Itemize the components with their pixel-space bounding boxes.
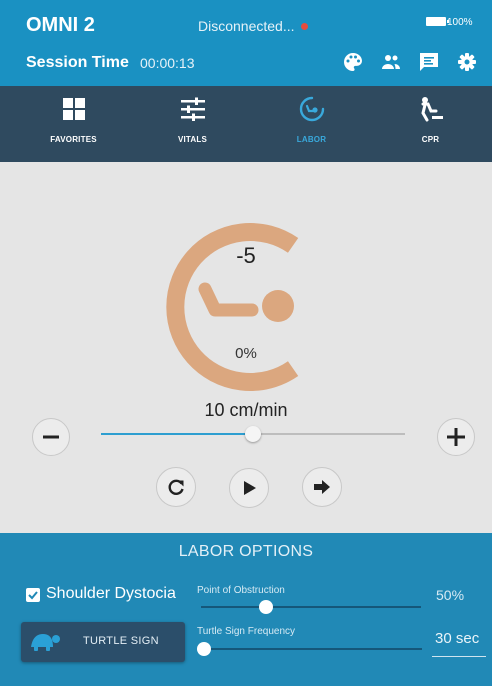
turtle-frequency-field[interactable]: 30 sec [432,626,486,657]
fetus-icon [198,282,294,322]
status-dot-icon [300,23,308,30]
turtle-frequency-label: Turtle Sign Frequency [197,626,296,637]
reset-button[interactable] [156,467,196,507]
arrow-right-icon [314,480,330,494]
increase-rate-button[interactable] [437,418,475,456]
play-button[interactable] [229,468,269,508]
play-icon [244,481,256,495]
tab-label: CPR [421,135,440,144]
turtle-icon [31,634,60,651]
obstruction-slider-label: Point of Obstruction [197,585,285,596]
turtle-sign-label: TURTLE SIGN [83,635,159,647]
gear-icon[interactable] [455,50,479,74]
next-button[interactable] [302,467,342,507]
check-icon [28,591,38,600]
turtle-frequency-slider[interactable] [204,648,422,650]
turtle-frequency-value: 30 sec [435,630,480,647]
obstruction-value: 50% [436,587,465,603]
rate-label: 10 cm/min [204,400,288,420]
plus-icon [447,428,465,446]
turtle-frequency-thumb[interactable] [197,642,211,656]
rate-slider-fill [101,433,253,435]
progress-value: 0% [235,345,257,362]
tab-vitals[interactable]: VITALS [131,86,254,162]
rate-slider-thumb[interactable] [245,426,261,442]
tab-bar: FAVORITES VITALS LABOR CPR [0,86,492,162]
palette-icon[interactable] [341,50,365,74]
grid-icon [62,98,85,120]
battery-icon [426,17,449,26]
decrease-rate-button[interactable] [32,418,70,456]
chat-icon[interactable] [417,50,441,74]
labor-icon [299,96,324,122]
tab-labor[interactable]: LABOR [250,86,373,162]
tab-favorites[interactable]: FAVORITES [12,86,135,162]
battery-indicator: 100% [426,17,473,28]
labor-options-title: LABOR OPTIONS [178,543,314,560]
obstruction-slider-thumb[interactable] [259,600,273,614]
tab-cpr[interactable]: CPR [369,86,492,162]
station-value: -5 [236,243,256,268]
battery-level: 100% [447,17,473,28]
refresh-icon [168,479,184,495]
labor-options-panel: LABOR OPTIONS [0,533,492,686]
connection-status: Disconnected... [198,18,308,34]
turtle-sign-button[interactable]: TURTLE SIGN [21,622,185,662]
tab-label: FAVORITES [50,135,97,144]
shoulder-dystocia-checkbox[interactable] [26,588,40,602]
tab-label: VITALS [177,135,208,144]
connection-status-text: Disconnected... [198,18,295,34]
tab-label: LABOR [296,135,327,144]
obstruction-slider[interactable] [201,606,421,608]
sliders-icon [180,97,205,121]
people-icon[interactable] [379,50,403,74]
app-header: OMNI 2 Disconnected... 100% Session Time… [0,0,492,86]
app-title: OMNI 2 [26,14,95,36]
shoulder-dystocia-label: Shoulder Dystocia [46,585,176,602]
session-time-value: 00:00:13 [140,55,195,71]
cpr-icon [420,97,443,122]
minus-icon [43,435,59,439]
session-time-label: Session Time [26,54,129,71]
